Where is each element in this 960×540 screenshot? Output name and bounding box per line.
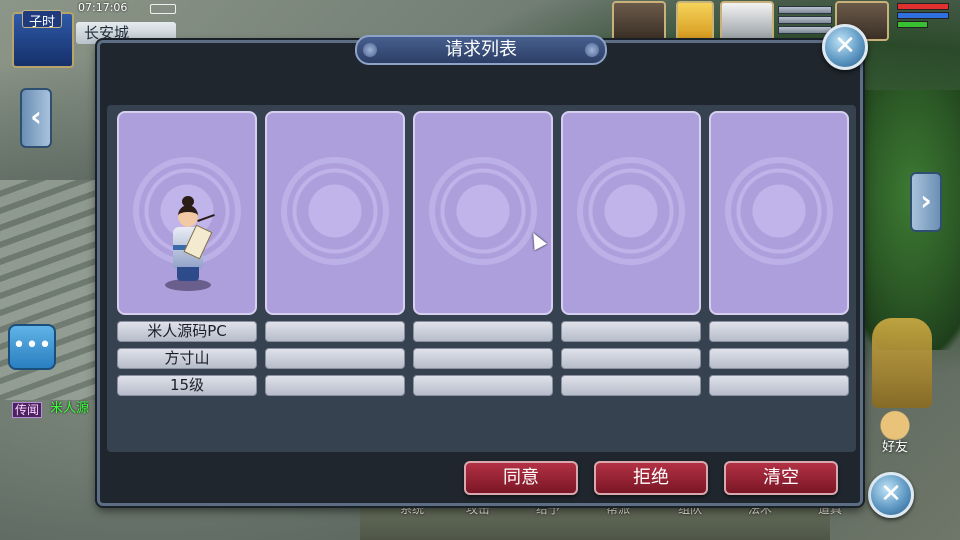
request-card[interactable] [413, 111, 553, 315]
request-name [709, 321, 849, 342]
sp-bar [897, 21, 929, 28]
player-status-bars [897, 3, 949, 30]
friends-label: 好友 [881, 440, 908, 455]
request-school: 方寸山 [117, 348, 257, 369]
cloud-emblem-icon [281, 157, 389, 265]
request-level [561, 375, 701, 396]
chat-bubble-icon[interactable]: ••• [8, 324, 56, 370]
mp-bar [897, 12, 949, 19]
request-name [561, 321, 701, 342]
cloud-emblem-icon [577, 157, 685, 265]
agree-button[interactable]: 同意 [464, 461, 578, 495]
request-card[interactable] [561, 111, 701, 315]
gold-ornament [872, 318, 932, 408]
close-icon[interactable]: ✕ [868, 472, 914, 518]
refuse-button[interactable]: 拒绝 [594, 461, 708, 495]
request-level [265, 375, 405, 396]
rumor-tag: 传闻 [12, 402, 43, 418]
request-school [709, 348, 849, 369]
character-avatar [163, 193, 215, 293]
dialog-title: 请求列表 [355, 35, 607, 65]
cloud-emblem-icon [429, 157, 537, 265]
close-icon[interactable]: ✕ [822, 24, 868, 70]
pet-portrait[interactable] [676, 1, 714, 41]
request-name [265, 321, 405, 342]
clear-button[interactable]: 清空 [724, 461, 838, 495]
request-school [561, 348, 701, 369]
request-level [709, 375, 849, 396]
hp-bar [897, 3, 949, 10]
request-school [265, 348, 405, 369]
request-school [413, 348, 553, 369]
player-portrait[interactable] [612, 1, 666, 41]
time-period-badge: 子时 [22, 10, 62, 30]
request-level [413, 375, 553, 396]
request-name: 米人源码PC [117, 321, 257, 342]
clock: 07:17:06 [78, 1, 128, 14]
cloud-emblem-icon [725, 157, 833, 265]
friends-button[interactable]: 好友 [870, 408, 920, 458]
request-card[interactable] [709, 111, 849, 315]
rumor-text: 米人源 [50, 401, 90, 416]
companion-status-bars [778, 6, 832, 36]
companion-portrait[interactable] [720, 1, 774, 41]
battery-icon [150, 4, 176, 14]
request-list-dialog: 请求列表 米人源码PC 方寸山 15级 同意 拒绝 清空 [97, 35, 863, 506]
request-panel: 米人源码PC 方寸山 15级 [107, 105, 856, 452]
request-level: 15级 [117, 375, 257, 396]
request-card[interactable] [117, 111, 257, 315]
chevron-left-icon[interactable]: ‹ [20, 88, 52, 148]
request-card[interactable] [265, 111, 405, 315]
chevron-right-icon[interactable]: › [910, 172, 942, 232]
request-name [413, 321, 553, 342]
